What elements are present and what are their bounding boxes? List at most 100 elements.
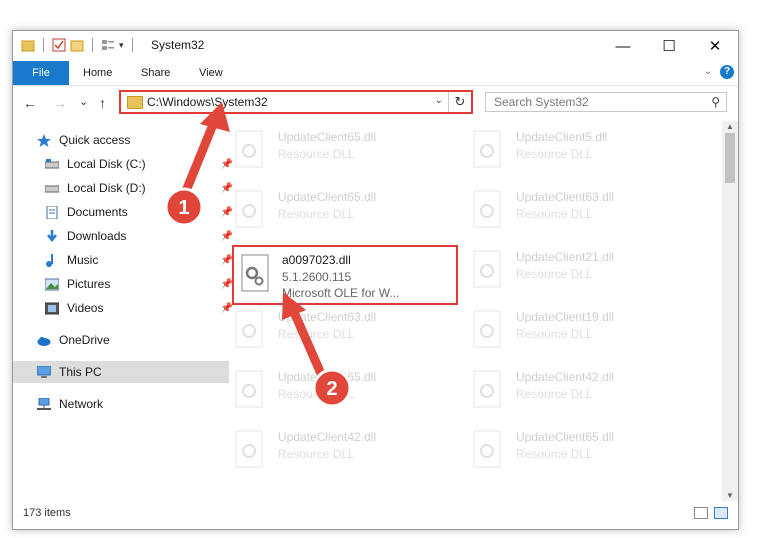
chevron-down-icon[interactable]: ▾: [119, 40, 124, 51]
file-name: UpdateClient63.dll: [278, 310, 377, 324]
file-item-a0097023[interactable]: a0097023.dll 5.1.2600.115 Microsoft OLE …: [232, 245, 458, 305]
details-view-icon[interactable]: [694, 507, 708, 519]
sidebar-item-downloads[interactable]: Downloads 📌: [13, 225, 237, 247]
title-bar: ▾ System32 — ☐ ✕: [13, 31, 738, 61]
network-icon: [37, 397, 51, 411]
music-icon: [45, 253, 59, 267]
close-button[interactable]: ✕: [692, 31, 738, 61]
file-description: Resource DLL: [516, 267, 593, 281]
status-bar: 173 items: [13, 501, 738, 529]
tab-share[interactable]: Share: [131, 61, 180, 85]
cloud-icon: [37, 334, 51, 347]
sidebar-item-documents[interactable]: Documents 📌: [13, 201, 237, 223]
scroll-down-icon[interactable]: ▼: [726, 491, 734, 500]
address-path[interactable]: C:\Windows\System32: [147, 95, 268, 109]
up-button[interactable]: ↑: [99, 95, 106, 111]
file-description: Resource DLL: [278, 387, 355, 401]
file-item[interactable]: UpdateClient65.dll Resource DLL: [232, 125, 452, 173]
sidebar-item-onedrive[interactable]: OneDrive: [13, 329, 229, 351]
refresh-button[interactable]: ↻: [448, 92, 471, 112]
file-description: Resource DLL: [278, 147, 355, 161]
file-item[interactable]: UpdateClient19.dll Resource DLL: [470, 305, 690, 353]
documents-icon: [45, 205, 59, 219]
toolbar-divider: [43, 38, 44, 52]
file-item[interactable]: UpdateClient42.dll Resource DLL: [470, 365, 690, 413]
drive-icon: [44, 182, 60, 195]
file-description: Resource DLL: [516, 327, 593, 341]
drive-icon: [44, 158, 60, 171]
file-description: Resource DLL: [278, 447, 355, 461]
tab-file[interactable]: File: [13, 61, 69, 85]
sidebar-item-local-disk-c[interactable]: Local Disk (C:) 📌: [13, 153, 237, 175]
dll-file-icon: [470, 309, 506, 351]
toolbar-divider: [131, 38, 133, 52]
file-item[interactable]: UpdateClient42.dll Resource DLL: [232, 425, 452, 473]
large-icons-view-icon[interactable]: [714, 507, 728, 519]
sidebar-item-label: Videos: [67, 301, 104, 315]
customize-toolbar-icon[interactable]: [101, 38, 115, 52]
quick-access-toolbar: ▾: [21, 38, 137, 52]
file-description: Resource DLL: [516, 387, 593, 401]
sidebar-item-pictures[interactable]: Pictures 📌: [13, 273, 237, 295]
file-item[interactable]: UpdateClient65.dll Resource DLL: [232, 185, 452, 233]
help-icon[interactable]: ?: [720, 65, 734, 79]
file-item[interactable]: UpdateClient65.dll Resource DLL: [232, 365, 452, 413]
file-name: UpdateClient21.dll: [516, 250, 615, 264]
sidebar-item-this-pc[interactable]: This PC: [13, 361, 229, 383]
dll-file-icon: [232, 189, 268, 231]
view-switcher: [694, 507, 728, 519]
minimize-button[interactable]: —: [600, 31, 646, 61]
file-item[interactable]: UpdateClient63.dll Resource DLL: [470, 185, 690, 233]
sidebar-item-local-disk-d[interactable]: Local Disk (D:) 📌: [13, 177, 237, 199]
file-item[interactable]: UpdateClient5.dll Resource DLL: [470, 125, 690, 173]
recent-locations-button[interactable]: ⌄: [79, 95, 88, 108]
navigation-pane: Quick access Local Disk (C:) 📌 Local Dis…: [13, 121, 233, 501]
videos-icon: [44, 302, 60, 315]
sidebar-item-label: Network: [59, 397, 104, 411]
scrollbar-thumb[interactable]: [725, 133, 735, 183]
file-name: a0097023.dll: [282, 253, 351, 267]
item-count: 173 items: [23, 507, 71, 519]
sidebar-item-label: Music: [67, 253, 99, 267]
sidebar-item-label: Downloads: [67, 229, 127, 243]
file-version: 5.1.2600.115: [282, 270, 352, 284]
maximize-button[interactable]: ☐: [646, 31, 692, 61]
dll-file-icon: [232, 309, 268, 351]
scroll-up-icon[interactable]: ▲: [726, 122, 734, 131]
dll-file-icon: [470, 429, 506, 471]
window-controls: — ☐ ✕: [600, 31, 738, 61]
search-input[interactable]: Search System32 ⚲: [485, 92, 727, 112]
toolbar-divider: [92, 38, 93, 52]
tab-view[interactable]: View: [189, 61, 233, 85]
sidebar-item-videos[interactable]: Videos 📌: [13, 297, 237, 319]
dll-file-icon: [232, 369, 268, 411]
file-name: UpdateClient63.dll: [516, 190, 615, 204]
sidebar-item-label: Documents: [67, 205, 128, 219]
vertical-scrollbar[interactable]: ▲ ▼: [722, 121, 738, 501]
forward-button[interactable]: →: [53, 95, 67, 111]
sidebar-item-network[interactable]: Network: [13, 393, 229, 415]
file-name: UpdateClient65.dll: [278, 130, 377, 144]
folder-icon: [127, 96, 143, 109]
explorer-window: ▾ System32 — ☐ ✕ File Home Share View ⌄ …: [12, 30, 739, 530]
file-item[interactable]: UpdateClient21.dll Resource DLL: [470, 245, 690, 293]
file-name: UpdateClient65.dll: [278, 370, 377, 384]
sidebar-item-label: Quick access: [59, 133, 131, 147]
search-icon[interactable]: ⚲: [711, 95, 720, 109]
expand-ribbon-icon[interactable]: ⌄: [704, 66, 712, 77]
sidebar-item-label: Local Disk (D:): [67, 181, 146, 195]
tab-home[interactable]: Home: [73, 61, 122, 85]
file-item[interactable]: UpdateClient63.dll Resource DLL: [232, 305, 452, 353]
dll-file-icon: [470, 249, 506, 291]
folder-icon[interactable]: [21, 38, 35, 52]
properties-icon[interactable]: [52, 38, 66, 52]
file-item[interactable]: UpdateClient65.dll Resource DLL: [470, 425, 690, 473]
sidebar-item-quick-access[interactable]: Quick access: [13, 129, 229, 151]
back-button[interactable]: ←: [23, 95, 37, 111]
sidebar-item-music[interactable]: Music 📌: [13, 249, 237, 271]
address-bar[interactable]: C:\Windows\System32 ⌄ ↻: [119, 90, 473, 114]
ribbon-tabs: File Home Share View ⌄ ?: [13, 61, 738, 86]
new-folder-icon[interactable]: [70, 38, 84, 52]
chevron-down-icon[interactable]: ⌄: [435, 95, 443, 106]
file-description: Microsoft OLE for W...: [282, 286, 400, 300]
